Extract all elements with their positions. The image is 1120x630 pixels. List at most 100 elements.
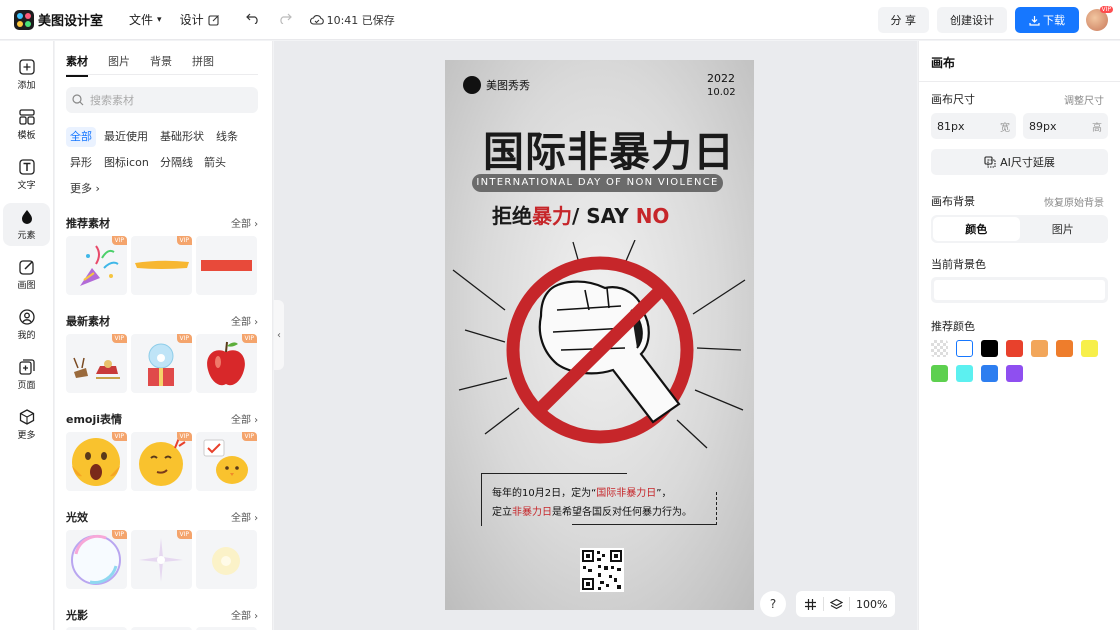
section-all-light-shadow[interactable]: 全部 › bbox=[231, 607, 258, 622]
vip-badge: VIP bbox=[176, 432, 192, 441]
grid-icon[interactable] bbox=[804, 598, 817, 611]
poster-year: 2022 bbox=[707, 72, 735, 85]
download-button[interactable]: 下载 bbox=[1015, 7, 1079, 33]
color-swatch[interactable] bbox=[1031, 340, 1048, 357]
user-icon bbox=[18, 308, 35, 325]
file-menu[interactable]: 文件 ▾ bbox=[129, 11, 162, 28]
section-all-light-effects[interactable]: 全部 › bbox=[231, 509, 258, 524]
material-tile-shocked-emoji[interactable]: VIP bbox=[66, 432, 127, 491]
redo-button[interactable] bbox=[278, 12, 292, 28]
canvas-bg-label: 画布背景 bbox=[931, 195, 975, 208]
width-field[interactable]: 81px 宽 bbox=[931, 113, 1016, 139]
section-all-latest[interactable]: 全部 › bbox=[231, 313, 258, 328]
chip-more[interactable]: 更多 › bbox=[66, 179, 104, 199]
adjust-size-link[interactable]: 调整尺寸 bbox=[1064, 92, 1104, 107]
section-all-emoji[interactable]: 全部 › bbox=[231, 411, 258, 426]
color-swatch[interactable] bbox=[1056, 340, 1073, 357]
material-tile-gift[interactable]: VIP bbox=[131, 334, 192, 393]
seg-color[interactable]: 颜色 bbox=[933, 217, 1020, 241]
section-all-recommended[interactable]: 全部 › bbox=[231, 215, 258, 230]
material-tile-chick-emoji[interactable]: VIP bbox=[196, 432, 257, 491]
chip-icons[interactable]: 图标icon bbox=[100, 153, 153, 173]
undo-button[interactable] bbox=[245, 12, 260, 28]
color-swatch[interactable] bbox=[1081, 340, 1098, 357]
tabs-divider bbox=[66, 74, 258, 75]
template-icon bbox=[18, 108, 35, 125]
chip-dividers[interactable]: 分隔线 bbox=[156, 153, 197, 173]
poster-brand: 美图秀秀 bbox=[463, 76, 530, 94]
material-tile-confetti[interactable]: VIP bbox=[66, 236, 127, 295]
material-tile-bubble[interactable]: VIP bbox=[66, 530, 127, 589]
rail-item-draw[interactable]: 画图 bbox=[3, 253, 50, 296]
zoom-level[interactable]: 100% bbox=[856, 598, 887, 611]
material-tile-reindeer[interactable]: VIP bbox=[66, 334, 127, 393]
vip-badge: VIP bbox=[176, 334, 192, 343]
rail-item-template[interactable]: 模板 bbox=[3, 103, 50, 146]
rail-label-mine: 我的 bbox=[17, 330, 36, 341]
rail-item-text[interactable]: 文字 bbox=[3, 153, 50, 196]
top-bar: 美图设计室 文件 ▾ 设计 10:41 已保存 分 享 创建设计 下载 VIP bbox=[0, 0, 1120, 40]
color-swatch[interactable] bbox=[956, 365, 973, 382]
chip-all[interactable]: 全部 bbox=[66, 127, 96, 147]
vip-badge: VIP bbox=[111, 236, 127, 245]
search-input[interactable]: 搜索素材 bbox=[66, 87, 258, 113]
left-rail: 添加 模板 文字 元素 画图 我的 页面 更多 bbox=[0, 41, 54, 630]
chip-basic-shapes[interactable]: 基础形状 bbox=[156, 127, 208, 147]
rail-label-draw: 画图 bbox=[17, 280, 36, 291]
share-button[interactable]: 分 享 bbox=[877, 7, 929, 33]
search-icon bbox=[72, 94, 84, 106]
section-all-label: 全部 bbox=[231, 513, 251, 524]
chip-lines[interactable]: 线条 bbox=[212, 127, 242, 147]
panel-title: 画布 bbox=[931, 56, 956, 70]
rail-item-element[interactable]: 元素 bbox=[3, 203, 50, 246]
ai-extend-button[interactable]: AI尺寸延展 bbox=[931, 149, 1108, 175]
restore-bg-link[interactable]: 恢复原始背景 bbox=[1044, 194, 1104, 209]
color-swatch[interactable] bbox=[931, 340, 948, 357]
edit-icon bbox=[208, 14, 219, 26]
material-tile-sparkle[interactable]: VIP bbox=[131, 530, 192, 589]
material-tile-brush-stroke[interactable]: VIP bbox=[131, 236, 192, 295]
red-rectangle-icon bbox=[201, 260, 252, 271]
section-title-light-effects: 光效 bbox=[66, 511, 88, 524]
rail-item-page[interactable]: 页面 bbox=[3, 353, 50, 396]
ai-extend-label: AI尺寸延展 bbox=[1000, 156, 1055, 169]
collapse-panel-button[interactable]: ‹ bbox=[274, 300, 284, 370]
design-menu[interactable]: 设计 bbox=[180, 11, 220, 28]
color-swatch[interactable] bbox=[981, 365, 998, 382]
color-swatch[interactable] bbox=[1006, 340, 1023, 357]
app-logo[interactable]: 美图设计室 bbox=[14, 9, 103, 30]
help-button[interactable]: ? bbox=[760, 591, 786, 617]
color-swatch[interactable] bbox=[1006, 365, 1023, 382]
color-swatch[interactable] bbox=[956, 340, 973, 357]
layers-icon[interactable] bbox=[830, 598, 843, 611]
download-label: 下载 bbox=[1043, 14, 1065, 27]
poster-canvas[interactable]: 美图秀秀 2022 10.02 国际非暴力日 INTERNATIONAL DAY… bbox=[445, 60, 754, 610]
material-tile-apple[interactable]: VIP bbox=[196, 334, 257, 393]
avatar[interactable]: VIP bbox=[1086, 6, 1113, 31]
material-tile-red-rectangle[interactable] bbox=[196, 236, 257, 295]
section-title-latest: 最新素材 bbox=[66, 315, 110, 328]
chip-arrows[interactable]: 箭头 bbox=[200, 153, 230, 173]
rail-item-more[interactable]: 更多 bbox=[3, 403, 50, 446]
page-icon bbox=[18, 358, 35, 375]
create-design-button[interactable]: 创建设计 bbox=[937, 7, 1007, 33]
color-swatch[interactable] bbox=[931, 365, 948, 382]
chip-more-label: 更多 bbox=[70, 182, 92, 195]
seg-image[interactable]: 图片 bbox=[1020, 217, 1107, 241]
chip-recent[interactable]: 最近使用 bbox=[100, 127, 152, 147]
material-tile-thinking-emoji[interactable]: VIP bbox=[131, 432, 192, 491]
poster-body-line2: 定立非暴力日是希望各国反对任何暴力行为。 bbox=[492, 503, 692, 518]
color-swatch[interactable] bbox=[981, 340, 998, 357]
rail-item-mine[interactable]: 我的 bbox=[3, 303, 50, 346]
rail-label-text: 文字 bbox=[17, 180, 36, 191]
height-field[interactable]: 89px 高 bbox=[1023, 113, 1108, 139]
cloud-saved-icon bbox=[309, 15, 324, 25]
material-tile-glow[interactable] bbox=[196, 530, 257, 589]
rail-item-add[interactable]: 添加 bbox=[3, 53, 50, 96]
chip-irregular[interactable]: 异形 bbox=[66, 153, 96, 173]
qr-code-icon bbox=[580, 548, 624, 592]
current-bg-color[interactable] bbox=[931, 277, 1108, 303]
poster-title: 国际非暴力日 bbox=[483, 128, 735, 176]
textbox-border bbox=[716, 492, 717, 525]
logo-icon bbox=[14, 9, 34, 30]
